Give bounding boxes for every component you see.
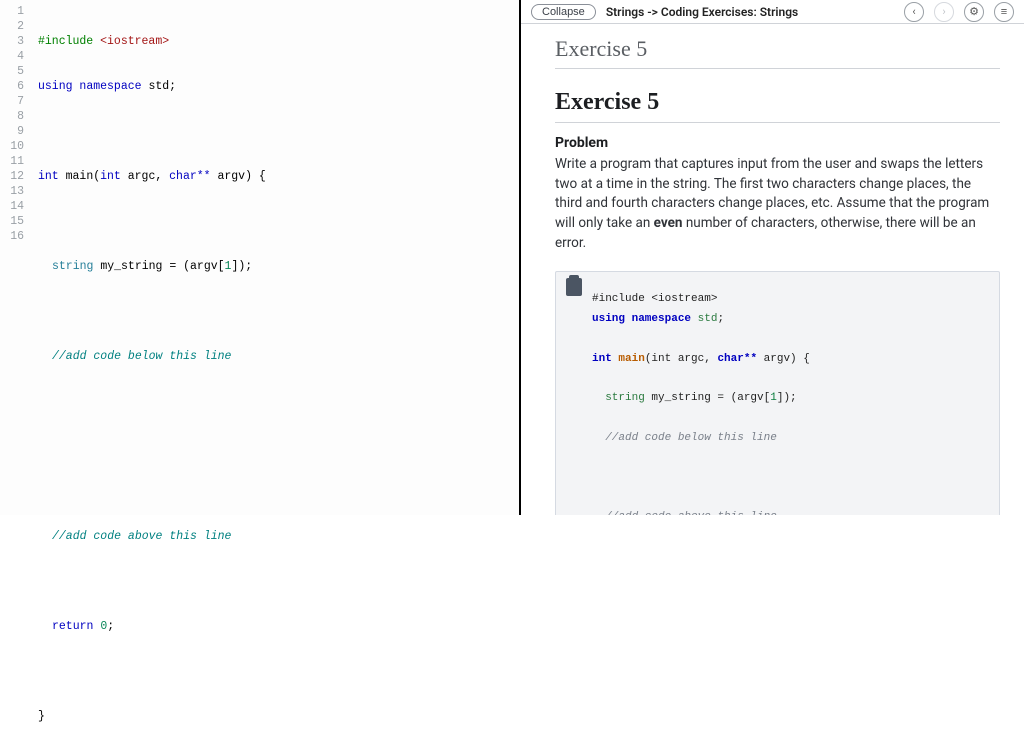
code-line xyxy=(38,394,519,409)
code-line xyxy=(38,214,519,229)
line-number: 10 xyxy=(0,139,24,154)
line-number: 16 xyxy=(0,229,24,244)
line-number: 8 xyxy=(0,109,24,124)
topbar: Collapse Strings -> Coding Exercises: St… xyxy=(521,0,1024,24)
code-line xyxy=(38,304,519,319)
code-line xyxy=(38,484,519,499)
code-token: using xyxy=(38,80,79,93)
line-number: 12 xyxy=(0,169,24,184)
next-button[interactable]: › xyxy=(934,2,954,22)
code-token: ]); xyxy=(231,260,252,273)
code-token: namespace xyxy=(79,80,148,93)
instruction-pane: Collapse Strings -> Coding Exercises: St… xyxy=(521,0,1024,515)
line-number: 9 xyxy=(0,124,24,139)
exercise-title: Exercise 5 xyxy=(555,89,1000,123)
code-token: <iostream> xyxy=(100,35,169,48)
line-number: 1 xyxy=(0,4,24,19)
line-gutter: 12345678910111213141516 xyxy=(0,4,30,515)
line-number: 4 xyxy=(0,49,24,64)
line-number: 14 xyxy=(0,199,24,214)
code-token: return xyxy=(52,620,100,633)
code-comment: //add code below this line xyxy=(52,350,231,363)
code-snippet: #include <iostream> using namespace std;… xyxy=(572,290,983,515)
code-snippet-box: #include <iostream> using namespace std;… xyxy=(555,271,1000,515)
code-token: #include xyxy=(38,35,100,48)
code-token: 0 xyxy=(100,620,107,633)
code-token: int xyxy=(38,170,66,183)
exercise-subtitle: Exercise 5 xyxy=(555,36,1000,69)
line-number: 7 xyxy=(0,94,24,109)
code-line xyxy=(38,124,519,139)
code-line xyxy=(38,664,519,679)
code-line xyxy=(38,439,519,454)
code-token: ; xyxy=(107,620,114,633)
code-editor-pane[interactable]: 12345678910111213141516 #include <iostre… xyxy=(0,0,521,515)
settings-button[interactable]: ⚙ xyxy=(964,2,984,22)
code-token: main( xyxy=(66,170,101,183)
code-content[interactable]: #include <iostream> using namespace std;… xyxy=(30,4,519,515)
code-token: int xyxy=(100,170,128,183)
code-token: argv) { xyxy=(217,170,265,183)
code-line xyxy=(38,574,519,589)
code-token: std; xyxy=(148,80,176,93)
prev-button[interactable]: ‹ xyxy=(904,2,924,22)
line-number: 11 xyxy=(0,154,24,169)
code-token: char** xyxy=(169,170,217,183)
line-number: 13 xyxy=(0,184,24,199)
code-line: } xyxy=(38,709,519,724)
code-token: string xyxy=(52,260,100,273)
problem-label: Problem xyxy=(555,135,1000,151)
collapse-button[interactable]: Collapse xyxy=(531,4,596,20)
code-comment: //add code above this line xyxy=(52,530,231,543)
menu-button[interactable]: ≡ xyxy=(994,2,1014,22)
instruction-content: Exercise 5 Exercise 5 Problem Write a pr… xyxy=(521,24,1024,515)
line-number: 3 xyxy=(0,34,24,49)
code-token: my_string = (argv[ xyxy=(100,260,224,273)
problem-bold: even xyxy=(654,215,683,231)
line-number: 6 xyxy=(0,79,24,94)
line-number: 5 xyxy=(0,64,24,79)
code-token: argc, xyxy=(128,170,169,183)
clipboard-icon[interactable] xyxy=(566,278,582,296)
problem-body: Write a program that captures input from… xyxy=(555,155,1000,253)
line-number: 2 xyxy=(0,19,24,34)
line-number: 15 xyxy=(0,214,24,229)
breadcrumb: Strings -> Coding Exercises: Strings xyxy=(606,5,798,19)
